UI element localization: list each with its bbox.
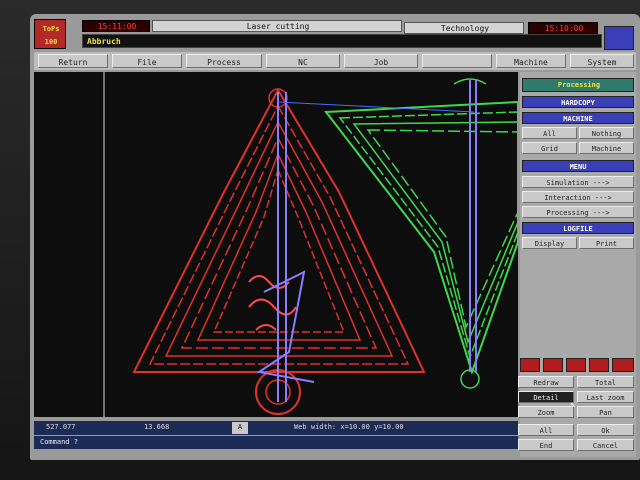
coordinate-status-bar: 527.077 13.668 A Web width: x=10.00 y=10… (34, 421, 518, 435)
detail-button[interactable]: Detail (518, 391, 574, 403)
all-bottom-button[interactable]: All (518, 424, 574, 436)
coord-x: 527.077 (46, 423, 76, 431)
total-button[interactable]: Total (577, 376, 634, 388)
menu-empty[interactable] (422, 54, 492, 68)
status-text: Abbruch (87, 37, 121, 46)
color-swatch-5[interactable] (612, 358, 634, 372)
header-corner (604, 26, 634, 50)
processing-button[interactable]: Processing ---> (522, 206, 634, 218)
logo-top: ToPs (42, 25, 60, 33)
time-left-text: 15:11:00 (97, 22, 137, 31)
last-zoom-button[interactable]: Last zoom (577, 391, 634, 403)
logo-box: ToPs 100 (34, 19, 66, 49)
ok-button[interactable]: Ok (577, 424, 634, 436)
hardcopy-header[interactable]: HARDCOPY (522, 96, 634, 108)
logfile-header: LOGFILE (522, 222, 634, 234)
display-button[interactable]: Display (522, 237, 577, 249)
color-swatch-3[interactable] (566, 358, 586, 372)
menu-nc[interactable]: NC (266, 54, 340, 68)
mode-box[interactable]: A (232, 422, 248, 434)
color-swatch-2[interactable] (543, 358, 563, 372)
screen: ToPs 100 15:11:00 Laser cutting Technolo… (30, 14, 640, 460)
interaction-button[interactable]: Interaction ---> (522, 191, 634, 203)
mode-indicator: A (237, 423, 243, 431)
machine-header: MACHINE (522, 112, 634, 124)
title-bar: Laser cutting (152, 20, 402, 32)
drawing-canvas[interactable] (34, 72, 519, 417)
menu-system[interactable]: System (570, 54, 634, 68)
side-processing[interactable]: Processing (522, 78, 634, 92)
nothing-button[interactable]: Nothing (579, 127, 634, 139)
cancel-button[interactable]: Cancel (577, 439, 634, 451)
pan-button[interactable]: Pan (577, 406, 634, 418)
color-swatch-4[interactable] (589, 358, 609, 372)
grid-button[interactable]: Grid (522, 142, 577, 154)
web-width-text: Web width: x=10.00 y=10.00 (294, 423, 404, 431)
command-line[interactable]: Command ? (34, 436, 518, 449)
menu-machine[interactable]: Machine (496, 54, 566, 68)
status-line: Abbruch (82, 34, 602, 48)
menu-file[interactable]: File (112, 54, 182, 68)
page-title: Laser cutting (246, 22, 310, 31)
simulation-button[interactable]: Simulation ---> (522, 176, 634, 188)
time-left: 15:11:00 (82, 20, 150, 32)
zoom-button[interactable]: Zoom (518, 406, 574, 418)
coord-y: 13.668 (144, 423, 170, 431)
menu-header: MENU (522, 160, 634, 172)
menu-job[interactable]: Job (344, 54, 418, 68)
side-processing-label: Processing (557, 81, 601, 89)
print-button[interactable]: Print (579, 237, 634, 249)
machine-button[interactable]: Machine (579, 142, 634, 154)
technology-label: Technology (440, 24, 490, 33)
cad-drawing (103, 72, 519, 417)
color-swatch-1[interactable] (520, 358, 540, 372)
time-right-text: 15:10:00 (544, 24, 584, 33)
green-part (324, 78, 519, 389)
all-button[interactable]: All (522, 127, 577, 139)
mouse-cursor-icon: ↖ (570, 399, 577, 410)
time-right: 15:10:00 (528, 22, 598, 34)
command-prompt: Command ? (40, 438, 78, 446)
menu-process[interactable]: Process (186, 54, 262, 68)
technology-bar: Technology (404, 22, 524, 34)
menu-return[interactable]: Return (38, 54, 108, 68)
end-button[interactable]: End (518, 439, 574, 451)
logo-bottom: 100 (44, 38, 58, 46)
redraw-button[interactable]: Redraw (518, 376, 574, 388)
